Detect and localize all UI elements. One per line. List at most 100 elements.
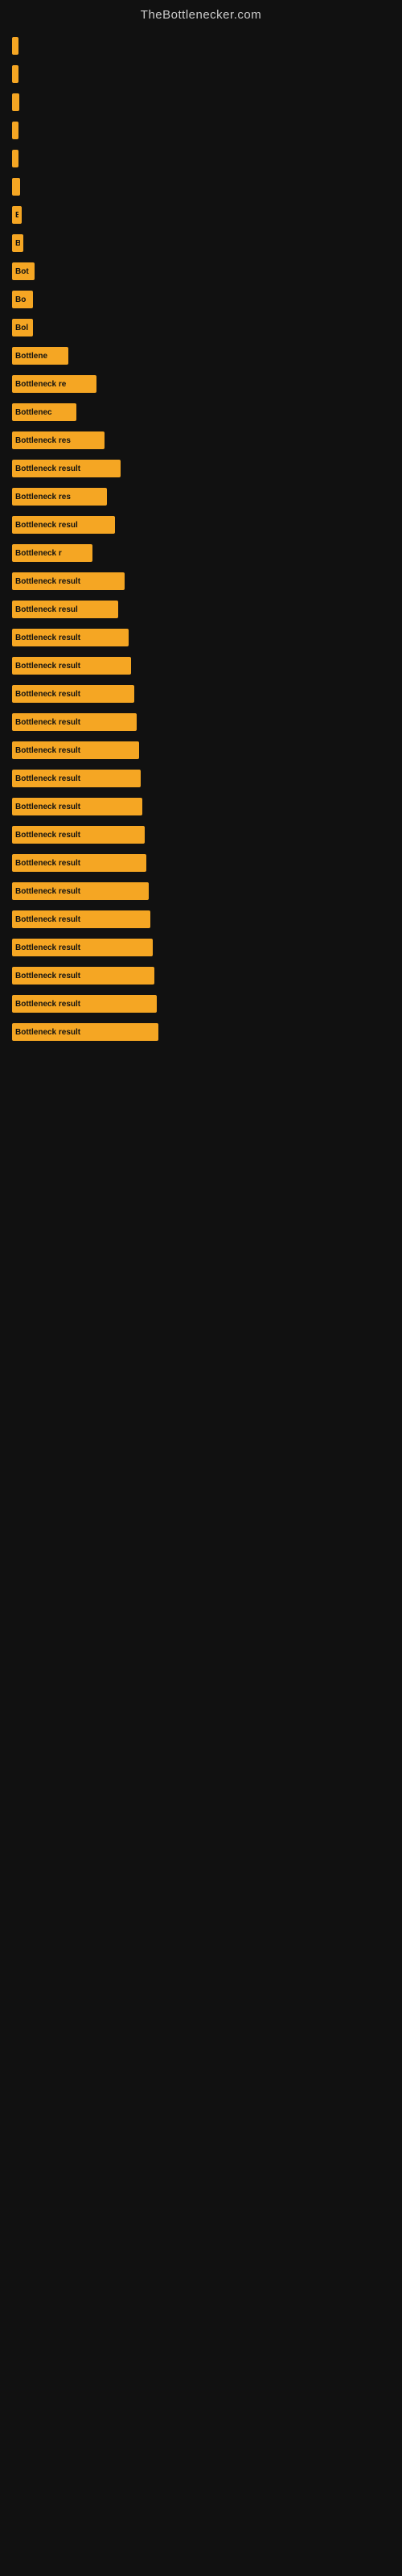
result-bar: Bottleneck resul [12,516,115,534]
result-bar: Bottleneck res [12,431,105,449]
result-bar-label: Bottleneck result [15,943,80,952]
result-bar: Bottleneck result [12,826,145,844]
result-row [12,34,390,58]
result-row: Bol [12,316,390,340]
result-row: Bottleneck result [12,879,390,903]
result-row: Bottleneck result [12,625,390,650]
result-bar-label: Bottleneck r [15,549,62,558]
result-bar: Bottleneck result [12,572,125,590]
bars-list: B B Bot Bo Bol Bottlene Bottleneck re Bottlenec… [12,34,390,1044]
result-row: Bottleneck result [12,935,390,960]
result-row: Bottleneck result [12,456,390,481]
result-bar-label: Bol [15,324,28,332]
result-row: Bottlene [12,344,390,368]
result-row [12,175,390,199]
result-bar: Bottleneck result [12,741,139,759]
result-row: Bot [12,259,390,283]
result-row: B [12,231,390,255]
result-bar-label: Bottleneck re [15,380,66,389]
result-bar: Bottleneck result [12,629,129,646]
result-bar: Bottleneck result [12,1023,158,1041]
result-bar: Bottleneck result [12,939,153,956]
result-bar: Bottleneck result [12,910,150,928]
result-row: Bottleneck result [12,907,390,931]
result-bar [12,150,18,167]
result-bar-label: Bottleneck result [15,972,80,980]
result-bar: Bol [12,319,33,336]
result-bar [12,122,18,139]
result-bar-label: Bottleneck result [15,634,80,642]
result-bar-label: Bo [15,295,26,304]
result-row [12,118,390,142]
result-bar: Bottlene [12,347,68,365]
result-row: B [12,203,390,227]
result-row: Bottleneck result [12,1020,390,1044]
result-row: Bottlenec [12,400,390,424]
result-row [12,62,390,86]
result-bar: Bottleneck r [12,544,92,562]
result-bar: Bo [12,291,33,308]
result-bar-label: Bottleneck resul [15,605,78,614]
result-bar-label: Bottleneck resul [15,521,78,530]
result-bar-label: Bottleneck res [15,436,71,445]
result-bar: Bottlenec [12,403,76,421]
result-bar-label: Bottleneck result [15,887,80,896]
result-bar-label: Bottleneck result [15,1000,80,1009]
result-row: Bo [12,287,390,312]
result-bar: Bottleneck result [12,967,154,985]
result-bar [12,65,18,83]
result-bar-label: Bottleneck result [15,746,80,755]
result-bar-label: Bottleneck result [15,690,80,699]
site-title: TheBottlenecker.com [0,0,402,26]
result-row: Bottleneck result [12,851,390,875]
result-bar: Bottleneck result [12,460,121,477]
result-bar: B [12,206,22,224]
result-bar: Bottleneck result [12,798,142,815]
result-row: Bottleneck result [12,795,390,819]
result-bar: B [12,234,23,252]
result-row: Bottleneck result [12,992,390,1016]
result-bar-label: B [15,211,18,220]
result-bar-label: Bot [15,267,29,276]
result-bar-label: B [15,239,20,248]
result-row [12,147,390,171]
result-bar: Bottleneck result [12,685,134,703]
result-bar-label: Bottleneck result [15,577,80,586]
result-bar [12,37,18,55]
result-bar-label: Bottleneck result [15,1028,80,1037]
result-row: Bottleneck resul [12,597,390,621]
result-row: Bottleneck re [12,372,390,396]
result-row: Bottleneck res [12,428,390,452]
result-bar: Bottleneck result [12,995,157,1013]
result-bar-label: Bottleneck result [15,774,80,783]
result-bar-label: Bottleneck result [15,464,80,473]
result-bar-label: Bottleneck result [15,915,80,924]
result-bar-label: Bottleneck result [15,831,80,840]
result-bar-label: Bottleneck result [15,718,80,727]
result-row: Bottleneck result [12,654,390,678]
result-bar-label: Bottleneck result [15,859,80,868]
result-bar: Bottleneck result [12,882,149,900]
result-bar [12,93,19,111]
result-bar-label: Bottlenec [15,408,52,417]
result-row: Bottleneck result [12,710,390,734]
result-bar: Bottleneck resul [12,601,118,618]
result-bar [12,178,20,196]
result-row: Bottleneck r [12,541,390,565]
result-row: Bottleneck res [12,485,390,509]
result-row: Bottleneck result [12,682,390,706]
result-bar: Bottleneck res [12,488,107,506]
result-bar: Bot [12,262,35,280]
chart-container: B B Bot Bo Bol Bottlene Bottleneck re Bottlenec… [0,26,402,1056]
result-bar: Bottleneck re [12,375,96,393]
result-bar-label: Bottleneck result [15,803,80,811]
result-bar-label: Bottleneck result [15,662,80,671]
result-row: Bottleneck result [12,964,390,988]
result-row: Bottleneck result [12,569,390,593]
result-row: Bottleneck result [12,738,390,762]
result-row: Bottleneck resul [12,513,390,537]
result-row: Bottleneck result [12,823,390,847]
result-bar-label: Bottlene [15,352,47,361]
result-bar: Bottleneck result [12,713,137,731]
result-bar: Bottleneck result [12,770,141,787]
